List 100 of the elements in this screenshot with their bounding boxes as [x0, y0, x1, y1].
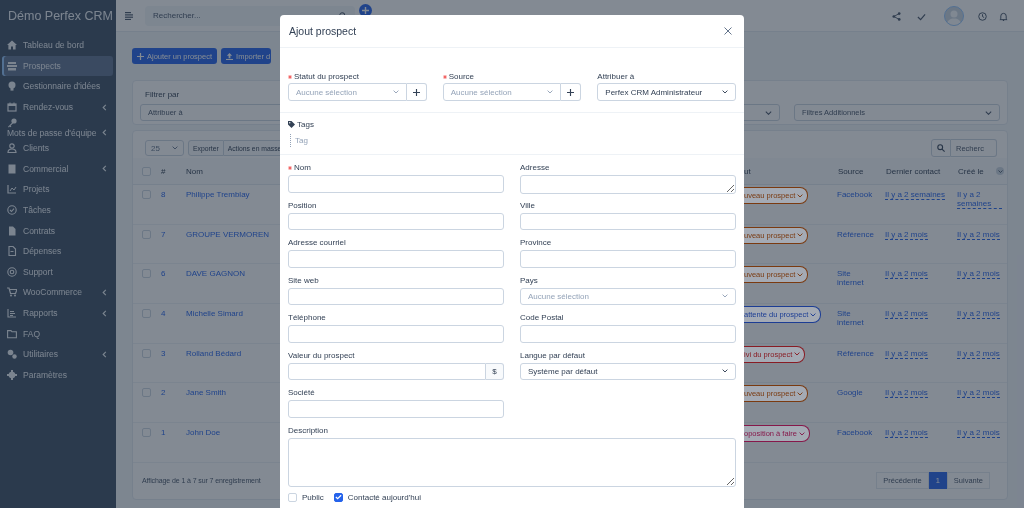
table-cell: Facebook — [837, 428, 873, 438]
input-field[interactable] — [520, 325, 736, 343]
user-icon — [7, 143, 17, 154]
column-header[interactable]: Créé le — [958, 166, 984, 176]
input-field[interactable] — [288, 362, 486, 380]
chevron-down-icon — [985, 110, 992, 115]
sidebar-item[interactable]: Commercial — [2, 158, 113, 180]
add-button[interactable] — [561, 83, 582, 101]
row-checkbox[interactable] — [142, 428, 151, 438]
chevron-down-icon — [765, 110, 772, 115]
dialog-title: Ajout prospect — [289, 25, 357, 37]
lead-name-link[interactable]: Rolland Bédard — [186, 348, 242, 358]
document-icon — [7, 163, 17, 174]
chevron-down-icon — [172, 146, 178, 150]
row-checkbox[interactable] — [142, 229, 151, 239]
sidebar-item[interactable]: Projets — [2, 179, 113, 200]
column-header[interactable]: Source — [838, 166, 864, 176]
sidebar-item[interactable]: WooCommerce — [2, 282, 113, 303]
check-icon — [334, 494, 342, 500]
field-label: Code Postal — [520, 313, 564, 322]
field-label: Pays — [520, 275, 538, 285]
menu-icon — [125, 11, 133, 20]
select-all-checkbox[interactable] — [142, 166, 151, 176]
select-field[interactable]: Système par défaut — [520, 362, 736, 380]
cart-icon — [7, 287, 17, 298]
sidebar-item[interactable]: Tableau de bord — [2, 35, 113, 56]
chevron-down-icon — [810, 312, 817, 317]
brand-name: Démo Perfex CRM — [8, 9, 113, 23]
text-area[interactable] — [288, 437, 736, 487]
input-field[interactable] — [288, 175, 504, 193]
sidebar-item[interactable]: Clients — [2, 137, 113, 159]
field-label: Adresse — [520, 163, 550, 172]
column-header[interactable]: # — [161, 166, 166, 176]
table-cell: 4 — [161, 309, 166, 319]
add-button[interactable] — [406, 83, 427, 101]
key-icon — [7, 117, 17, 128]
text-area[interactable] — [520, 175, 736, 194]
lead-name-link[interactable]: GROUPE VERMOREN — [186, 229, 270, 239]
sidebar-item[interactable]: Rapports — [2, 302, 113, 324]
field-label: Téléphone — [288, 313, 326, 322]
input-field[interactable] — [288, 250, 504, 268]
sidebar-item[interactable]: Gestionnaire d'idées — [2, 76, 113, 97]
input-field[interactable] — [288, 212, 504, 230]
checkbox-label: Public — [302, 492, 324, 502]
currency-addon: $ — [486, 362, 504, 380]
chevron-down-icon — [547, 90, 554, 94]
column-header[interactable]: ut — [744, 166, 751, 176]
field-label: Source — [448, 72, 474, 81]
column-header[interactable]: Nom — [186, 166, 203, 176]
row-checkbox[interactable] — [142, 388, 151, 398]
avatar[interactable] — [944, 5, 964, 26]
input-field[interactable] — [520, 212, 736, 230]
table-cell: 6 — [161, 269, 166, 279]
field-label: Langue par défaut — [520, 350, 585, 360]
column-header[interactable]: Dernier contact — [886, 166, 941, 176]
calendar-icon — [7, 102, 17, 113]
table-cell: Site internet — [837, 269, 864, 288]
check-circle-icon — [7, 205, 17, 216]
section-title: Filtrer par — [145, 89, 180, 99]
lead-name-link[interactable]: DAVE GAGNON — [186, 269, 245, 279]
sidebar-item[interactable]: Utilitaires — [2, 343, 113, 365]
chart-icon — [7, 184, 17, 195]
sidebar-item[interactable]: Paramètres — [2, 364, 113, 386]
lead-name-link[interactable]: Jane Smith — [186, 388, 227, 398]
asterisk-icon — [288, 74, 292, 79]
sidebar-item[interactable]: Contrats — [2, 220, 113, 241]
input-field[interactable] — [288, 400, 504, 418]
sidebar-item[interactable]: Mots de passe d'équipe — [2, 117, 113, 138]
search-button[interactable] — [931, 139, 951, 157]
close-button[interactable] — [724, 27, 732, 35]
column-toggle-button[interactable] — [996, 167, 1004, 175]
asterisk-icon — [442, 74, 447, 79]
select-field[interactable]: Aucune sélection — [288, 83, 407, 101]
input-field[interactable] — [288, 287, 504, 305]
chevron-down-icon — [797, 273, 804, 277]
row-checkbox[interactable] — [142, 348, 151, 358]
select-field[interactable]: Perfex CRM Administrateur — [597, 83, 736, 101]
bar-chart-icon — [7, 308, 17, 318]
row-checkbox[interactable] — [142, 309, 151, 319]
lead-name-link[interactable]: John Doe — [186, 428, 221, 438]
sidebar-item[interactable]: Dépenses — [2, 240, 113, 262]
close-icon — [724, 27, 732, 35]
input-field[interactable] — [288, 325, 504, 343]
input-field[interactable] — [520, 250, 736, 268]
row-checkbox[interactable] — [142, 190, 151, 199]
upload-icon — [226, 52, 234, 60]
checkbox[interactable] — [333, 492, 343, 502]
chevron-down-icon — [722, 369, 728, 374]
lead-name-link[interactable]: Michelle Simard — [186, 309, 243, 319]
page-size-dropdown[interactable]: 25 — [145, 140, 184, 156]
sidebar-item[interactable]: Tâches — [2, 199, 113, 221]
sidebar-item[interactable]: Rendez-vous — [2, 96, 113, 118]
sidebar-item[interactable]: Support — [2, 261, 113, 283]
home-icon — [7, 40, 17, 51]
lead-name-link[interactable]: Philippe Tremblay — [186, 190, 250, 199]
folder-icon — [7, 328, 17, 339]
sidebar-item[interactable]: FAQ — [2, 323, 113, 344]
row-checkbox[interactable] — [142, 269, 151, 279]
select-field[interactable]: Aucune sélection — [442, 83, 562, 101]
select-field[interactable]: Aucune sélection — [520, 287, 736, 305]
